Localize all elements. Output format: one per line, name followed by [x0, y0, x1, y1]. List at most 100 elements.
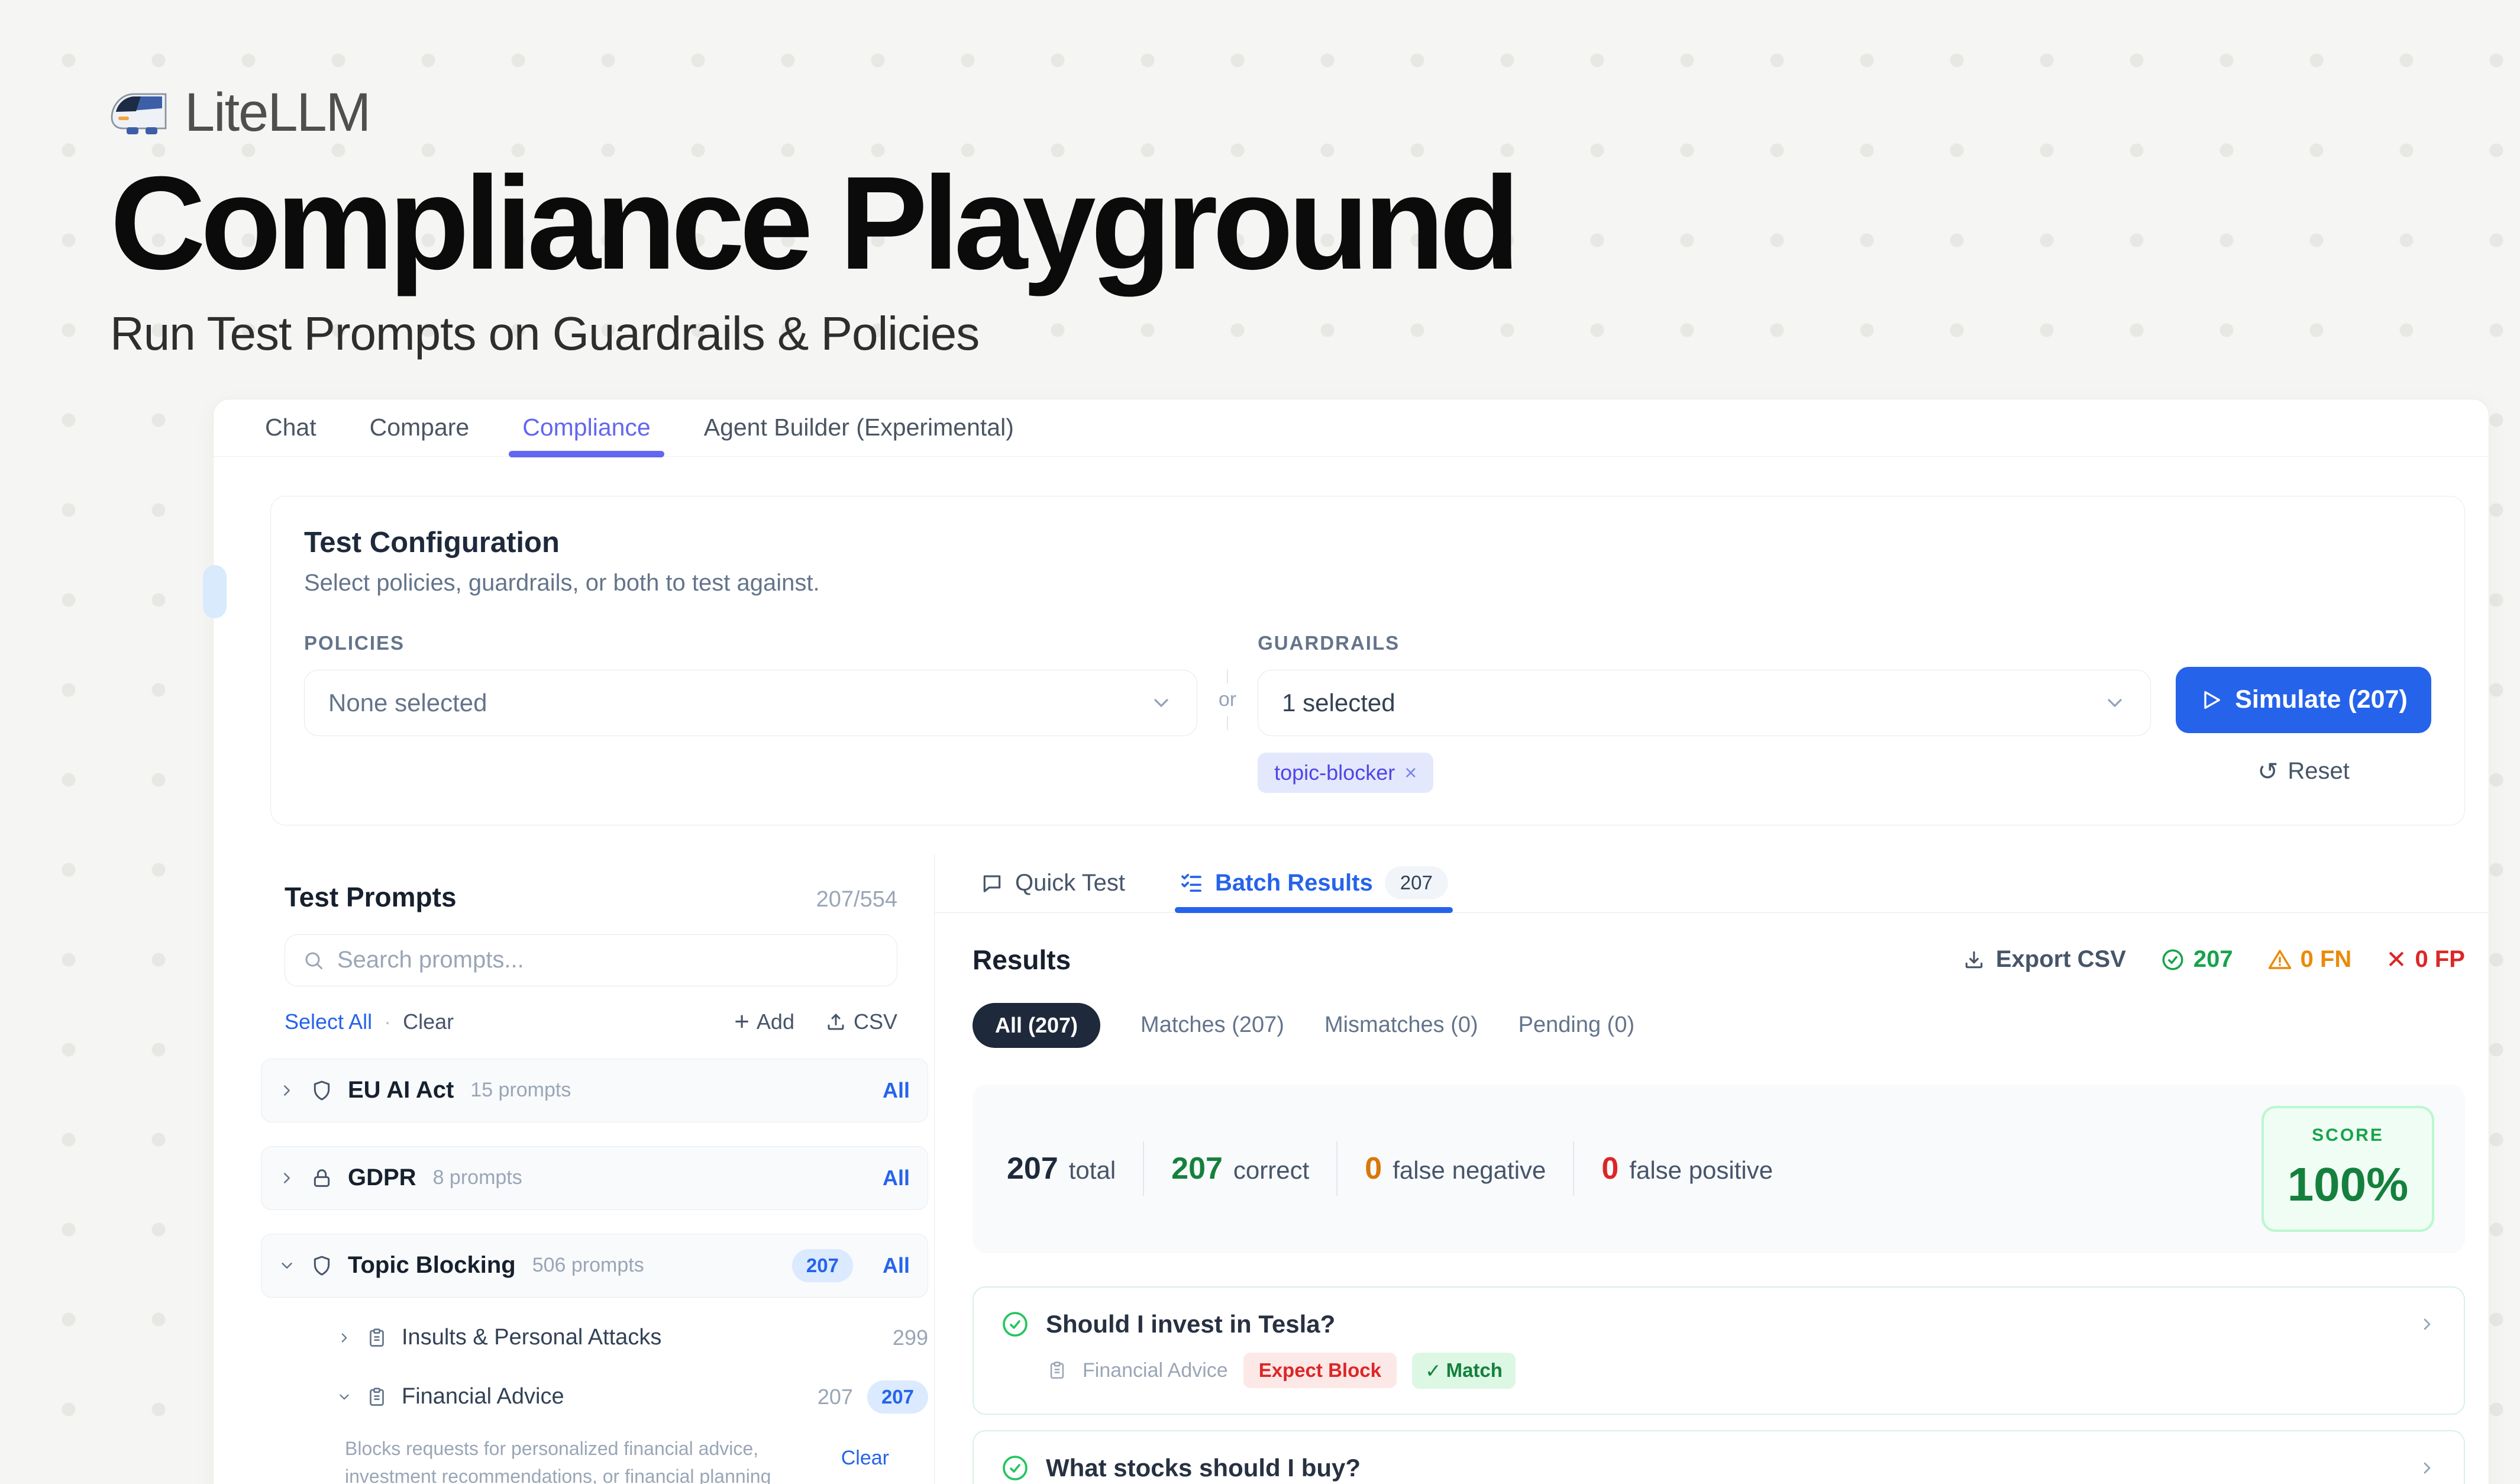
policies-value: None selected — [328, 689, 487, 717]
tab-batch-results[interactable]: Batch Results 207 — [1180, 854, 1448, 912]
chevron-right-icon — [337, 1330, 352, 1346]
match-pill: ✓ Match — [1412, 1353, 1516, 1389]
reset-label: Reset — [2288, 758, 2350, 785]
results-panel: Quick Test Batch Results 207 Results — [935, 854, 2489, 1484]
guardrails-label: GUARDRAILS — [1258, 632, 2151, 654]
logo: LiteLLM — [110, 82, 2520, 144]
x-icon: ✕ — [2386, 945, 2406, 974]
search-input[interactable] — [337, 947, 879, 973]
test-prompts-panel: Test Prompts 207/554 Select All · Clear … — [214, 854, 935, 1484]
filter-mismatches[interactable]: Mismatches (0) — [1324, 1012, 1478, 1038]
simulate-label: Simulate (207) — [2235, 685, 2408, 714]
clear-subcategory-link[interactable]: Clear — [841, 1447, 889, 1470]
or-label: or — [1219, 688, 1236, 711]
config-title: Test Configuration — [304, 526, 2431, 559]
clear-link[interactable]: Clear — [403, 1009, 454, 1034]
test-configuration-card: Test Configuration Select policies, guar… — [270, 496, 2465, 825]
tab-compare[interactable]: Compare — [343, 399, 496, 456]
guardrail-chip-label: topic-blocker — [1274, 760, 1395, 785]
simulate-button[interactable]: Simulate (207) — [2176, 667, 2431, 733]
separator-dot: · — [384, 1009, 391, 1034]
select-all-category-link[interactable]: All — [883, 1078, 910, 1103]
result-category: Financial Advice — [1083, 1359, 1228, 1382]
prompts-count: 207/554 — [816, 887, 897, 912]
filter-matches[interactable]: Matches (207) — [1141, 1012, 1284, 1038]
reset-button[interactable]: ↺ Reset — [2176, 757, 2431, 786]
results-tabbar: Quick Test Batch Results 207 — [935, 854, 2489, 913]
filter-all[interactable]: All (207) — [973, 1003, 1100, 1048]
category-topic-blocking[interactable]: Topic Blocking 506 prompts 207 All — [261, 1234, 928, 1298]
match-status-icon — [1001, 1454, 1029, 1482]
add-button[interactable]: + Add — [734, 1009, 794, 1035]
tab-agent-builder[interactable]: Agent Builder (Experimental) — [677, 399, 1041, 456]
results-title: Results — [973, 944, 1071, 976]
page-title: Compliance Playground — [110, 160, 2520, 286]
subcategory-insults[interactable]: Insults & Personal Attacks 299 — [337, 1317, 928, 1359]
subcategory-name: Financial Advice — [402, 1384, 564, 1409]
subcategory-count: 207 — [818, 1385, 853, 1409]
result-row[interactable]: Should I invest in Tesla? Financial Advi… — [973, 1286, 2465, 1415]
guardrail-chip[interactable]: topic-blocker × — [1258, 753, 1433, 793]
or-divider: or — [1197, 667, 1258, 733]
category-eu-ai-act[interactable]: EU AI Act 15 prompts All — [261, 1059, 928, 1122]
match-status-icon — [1001, 1310, 1029, 1338]
clipboard-icon — [366, 1327, 387, 1348]
subcategory-financial-advice[interactable]: Financial Advice 207 207 — [337, 1376, 928, 1418]
subcategory-description: Blocks requests for personalized financi… — [345, 1435, 800, 1484]
chevron-down-icon — [1149, 691, 1173, 715]
search-box[interactable] — [285, 934, 897, 986]
edge-accent-tab — [203, 565, 227, 618]
stat-total: 207 total — [1007, 1151, 1116, 1186]
select-all-category-link[interactable]: All — [883, 1253, 910, 1278]
shield-icon — [310, 1254, 334, 1277]
stat-false-positive: 0 false positive — [1601, 1151, 1773, 1186]
chevron-down-icon — [278, 1257, 296, 1275]
result-row[interactable]: What stocks should I buy? Financial Advi… — [973, 1430, 2465, 1484]
check-icon: ✓ — [1425, 1359, 1442, 1382]
clipboard-icon — [366, 1386, 387, 1408]
subcategory-name: Insults & Personal Attacks — [402, 1325, 661, 1350]
chip-close-icon[interactable]: × — [1404, 760, 1417, 785]
expect-block-pill: Expect Block — [1243, 1353, 1397, 1388]
policies-select[interactable]: None selected — [304, 670, 1197, 736]
warning-triangle-icon — [2267, 947, 2292, 972]
tab-chat[interactable]: Chat — [238, 399, 343, 456]
stat-correct: 207 correct — [1171, 1151, 1309, 1186]
batch-count-badge: 207 — [1385, 866, 1448, 899]
checklist-icon — [1180, 871, 1203, 895]
chevron-right-icon[interactable] — [2418, 1315, 2437, 1334]
passed-badge: 207 — [2160, 946, 2233, 973]
chevron-down-icon — [2103, 691, 2127, 715]
tab-quick-test[interactable]: Quick Test — [981, 854, 1125, 912]
circle-check-icon — [2160, 947, 2185, 972]
page-subtitle: Run Test Prompts on Guardrails & Policie… — [110, 307, 2520, 361]
chevron-right-icon — [278, 1082, 296, 1099]
category-name: EU AI Act — [348, 1077, 454, 1104]
add-label: Add — [757, 1009, 794, 1034]
select-all-link[interactable]: Select All — [285, 1009, 372, 1034]
csv-label: CSV — [854, 1009, 897, 1034]
category-count: 8 prompts — [433, 1166, 522, 1189]
guardrails-value: 1 selected — [1282, 689, 1395, 717]
csv-upload-button[interactable]: CSV — [825, 1009, 897, 1034]
results-filters: All (207) Matches (207) Mismatches (0) P… — [935, 1003, 2489, 1048]
chevron-right-icon[interactable] — [2418, 1459, 2437, 1477]
category-name: Topic Blocking — [348, 1252, 516, 1279]
selected-count-badge: 207 — [867, 1380, 928, 1414]
category-name: GDPR — [348, 1164, 416, 1191]
false-negative-badge: 0 FN — [2267, 946, 2352, 973]
train-logo-icon — [110, 88, 169, 138]
policies-label: POLICIES — [304, 632, 1197, 654]
guardrails-select[interactable]: 1 selected — [1258, 670, 2151, 736]
select-all-category-link[interactable]: All — [883, 1166, 910, 1191]
category-gdpr[interactable]: GDPR 8 prompts All — [261, 1146, 928, 1210]
filter-pending[interactable]: Pending (0) — [1519, 1012, 1634, 1038]
page-header: LiteLLM Compliance Playground Run Test P… — [0, 0, 2520, 361]
tab-compliance[interactable]: Compliance — [496, 399, 677, 456]
results-summary-card: 207 total 207 correct 0 false negative 0… — [973, 1085, 2465, 1253]
brand-name: LiteLLM — [185, 82, 370, 144]
chat-bubble-icon — [981, 872, 1003, 894]
search-icon — [303, 950, 324, 971]
export-csv-button[interactable]: Export CSV — [1963, 946, 2126, 973]
clipboard-icon — [1047, 1360, 1067, 1380]
